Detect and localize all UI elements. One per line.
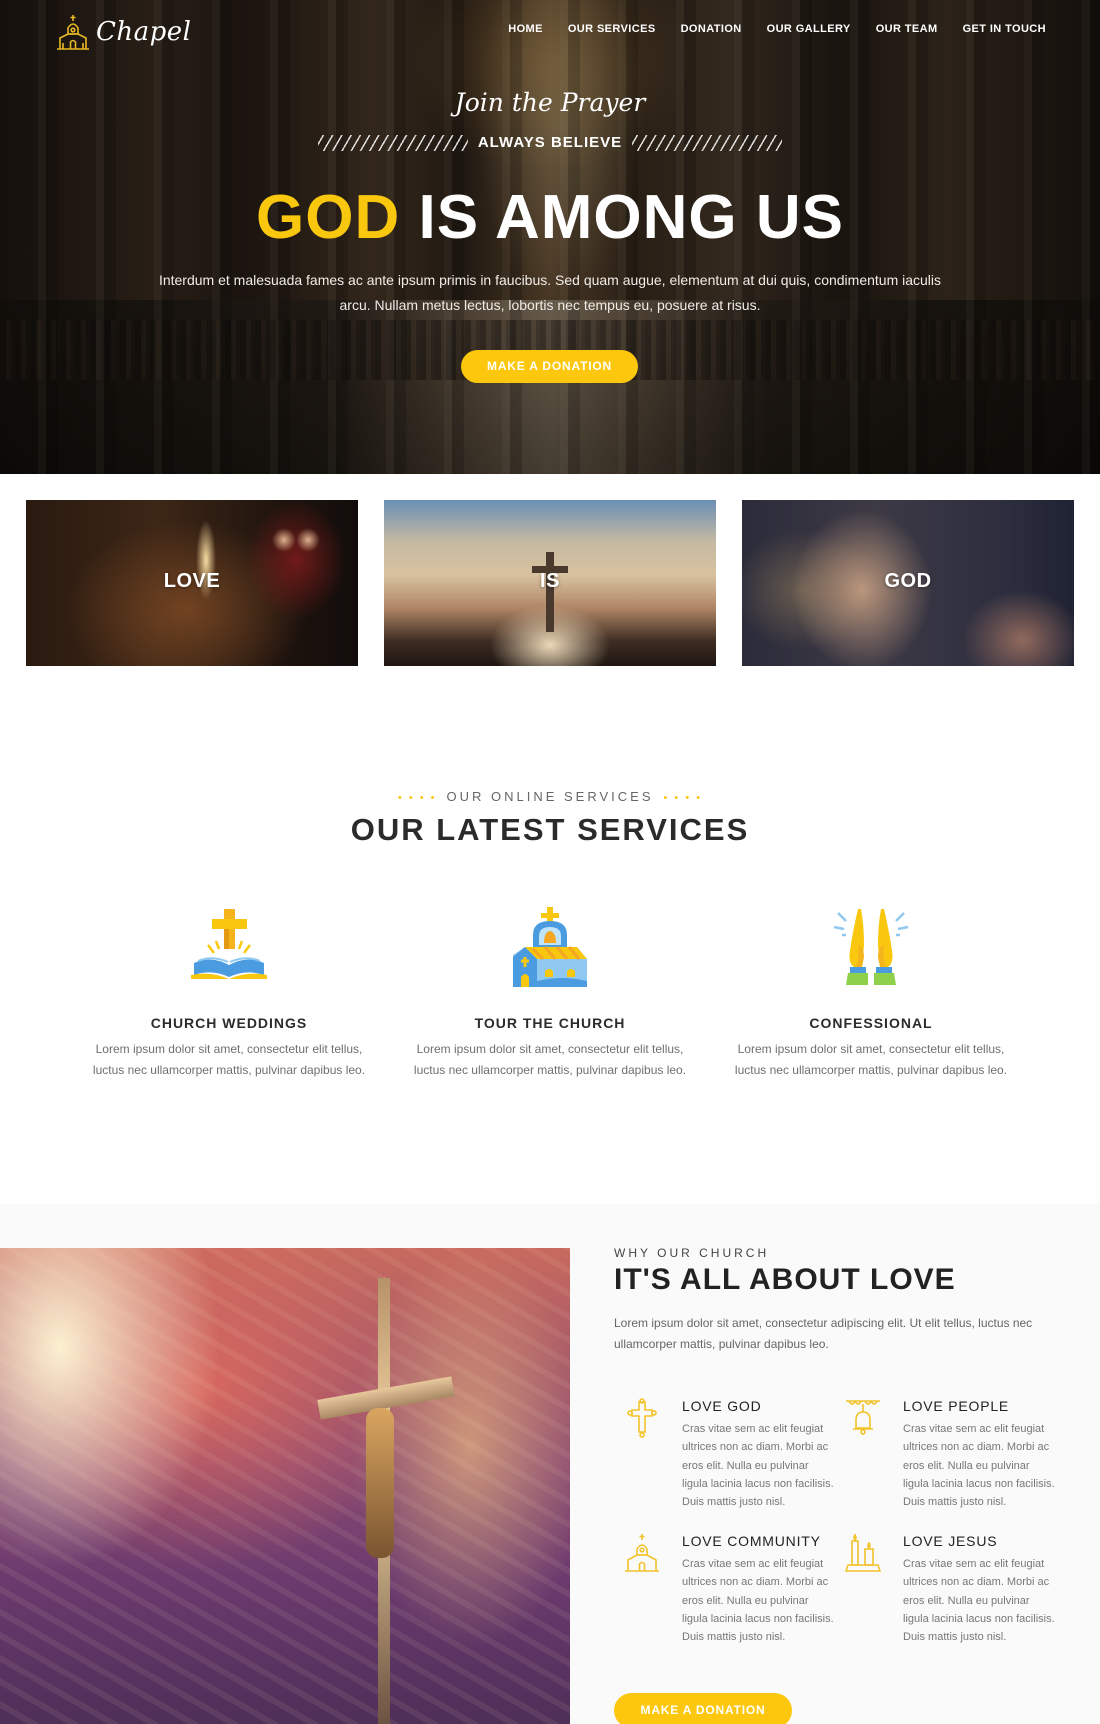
service-description: Lorem ipsum dolor sit amet, consectetur … [734,1042,1008,1077]
feature-description: Cras vitae sem ac elit feugiat ultrices … [682,1423,834,1509]
services-eyebrow: • • • • OUR ONLINE SERVICES • • • • [0,789,1100,804]
service-item-tour-the-church: TOUR THE CHURCH Lorem ipsum dolor sit am… [400,905,700,1081]
light-rays [0,1248,570,1724]
nav-get-in-touch[interactable]: GET IN TOUCH [963,23,1046,35]
dots-decoration-left: • • • • [397,792,437,804]
cross-icon [627,1398,657,1438]
feature-love-jesus: LOVE JESUS Cras vitae sem ac elit feugia… [845,1533,1055,1646]
nav-home[interactable]: HOME [508,23,543,35]
hero-title-accent: GOD [256,183,401,252]
feature-title: LOVE GOD [682,1398,762,1414]
about-description: Lorem ipsum dolor sit amet, consectetur … [614,1316,1033,1351]
bible-cross-icon [191,909,267,979]
church-bell-icon [513,907,587,987]
feature-title: LOVE PEOPLE [903,1398,1010,1414]
hero-tagline: ALWAYS BELIEVE [0,134,1100,151]
nav-our-services[interactable]: OUR SERVICES [568,23,656,35]
hatch-decoration-left [317,134,468,151]
feature-title: LOVE COMMUNITY [682,1533,821,1549]
hero-tagline-text: ALWAYS BELIEVE [477,134,623,151]
card-label: LOVE [163,570,221,592]
about-eyebrow: WHY OUR CHURCH [614,1246,770,1260]
church-icon [57,15,89,50]
feature-card-is[interactable]: IS [384,500,716,666]
nav-our-team[interactable]: OUR TEAM [876,23,938,35]
services-title: OUR LATEST SERVICES [350,812,750,847]
feature-love-community: LOVE COMMUNITY Cras vitae sem ac elit fe… [624,1533,834,1646]
service-item-confessional: CONFESSIONAL Lorem ipsum dolor sit amet,… [721,905,1021,1081]
bell-icon [846,1400,880,1435]
candles-icon [845,1533,881,1572]
hero-donation-button[interactable]: MAKE A DONATION [461,350,638,383]
feature-card-god[interactable]: GOD [742,500,1074,666]
logo[interactable]: Chapel [56,14,192,50]
services-eyebrow-text: OUR ONLINE SERVICES [446,789,654,804]
hatch-decoration-right [632,134,783,151]
main-nav: HOME OUR SERVICES DONATION OUR GALLERY O… [508,23,1046,35]
praying-hands-icon [833,909,909,985]
feature-description: Cras vitae sem ac elit feugiat ultrices … [903,1558,1055,1644]
feature-title: LOVE JESUS [903,1533,998,1549]
service-title: CHURCH WEDDINGS [150,1015,308,1031]
service-title: TOUR THE CHURCH [474,1015,626,1031]
service-title: CONFESSIONAL [809,1015,933,1031]
hero-description: Interdum et malesuada fames ac ante ipsu… [158,272,942,313]
service-description: Lorem ipsum dolor sit amet, consectetur … [413,1042,687,1077]
feature-love-people: LOVE PEOPLE Cras vitae sem ac elit feugi… [845,1398,1055,1511]
service-description: Lorem ipsum dolor sit amet, consectetur … [92,1042,366,1077]
hero-title-rest: IS AMONG US [418,183,844,252]
service-item-church-weddings: CHURCH WEDDINGS Lorem ipsum dolor sit am… [79,905,379,1081]
feature-card-love[interactable]: LOVE [26,500,358,666]
nav-donation[interactable]: DONATION [681,23,742,35]
feature-description: Cras vitae sem ac elit feugiat ultrices … [903,1423,1055,1509]
about-title: IT'S ALL ABOUT LOVE [614,1263,956,1296]
church-icon [625,1534,659,1572]
crucifix-image [0,1248,570,1724]
card-label: GOD [884,570,932,592]
feature-love-god: LOVE GOD Cras vitae sem ac elit feugiat … [624,1398,834,1511]
hero-title: GOD IS AMONG US [0,182,1100,253]
hero-section: Chapel HOME OUR SERVICES DONATION OUR GA… [0,0,1100,474]
hero-script-heading: Join the Prayer [454,88,646,117]
card-label: IS [540,570,560,592]
logo-text: Chapel [96,17,192,47]
nav-our-gallery[interactable]: OUR GALLERY [767,23,851,35]
crucifix-figure [366,1408,394,1558]
about-donation-button[interactable]: MAKE A DONATION [614,1693,792,1724]
dots-decoration-right: • • • • [663,792,703,804]
feature-description: Cras vitae sem ac elit feugiat ultrices … [682,1558,834,1644]
